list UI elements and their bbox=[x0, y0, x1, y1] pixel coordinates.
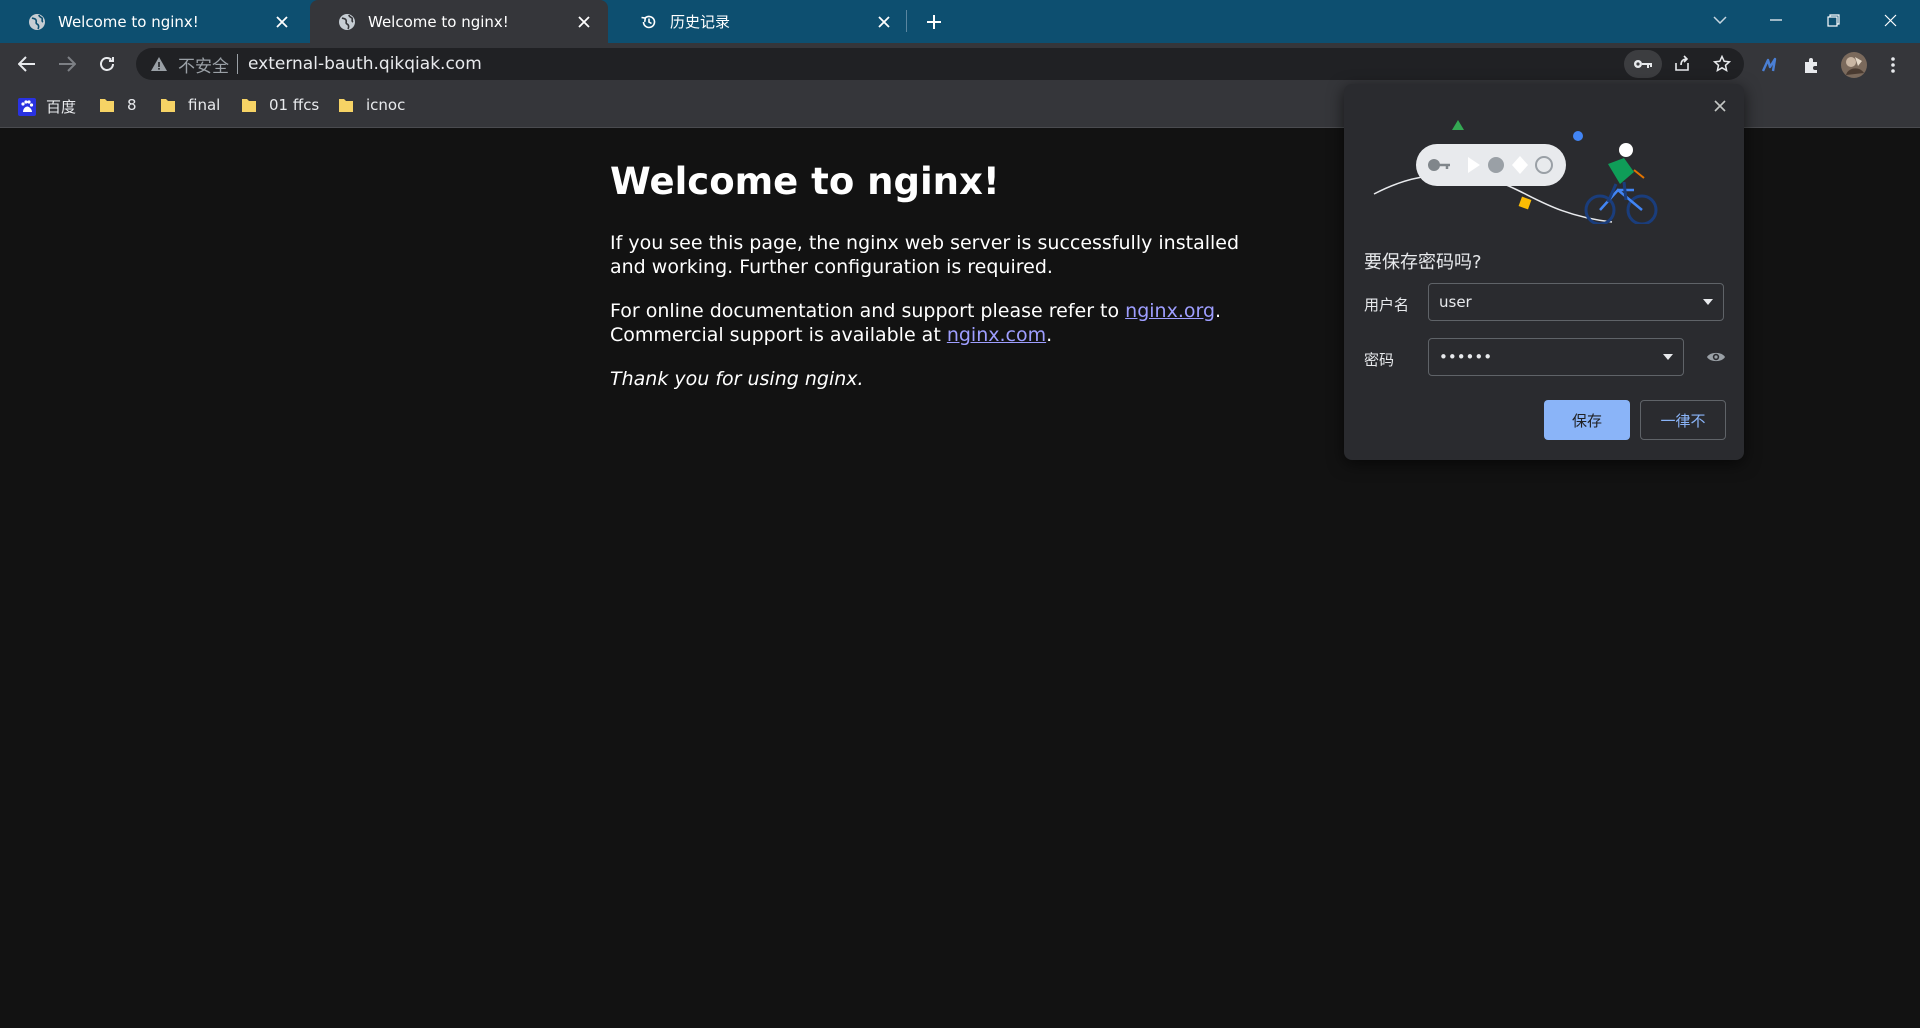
username-value: user bbox=[1439, 293, 1472, 311]
tab-welcome-nginx-1[interactable]: Welcome to nginx! bbox=[0, 0, 306, 43]
bookmark-label: 8 bbox=[127, 96, 137, 114]
bookmark-label: 01 ffcs bbox=[269, 96, 320, 114]
tab-strip: Welcome to nginx! Welcome to nginx! 历史记录 bbox=[0, 0, 1920, 43]
thanks-text: Thank you for using nginx. bbox=[610, 368, 864, 390]
address-bar[interactable]: 不安全 external-bauth.qikqiak.com bbox=[136, 48, 1744, 80]
toolbar: 不安全 external-bauth.qikqiak.com bbox=[0, 43, 1920, 85]
bookmark-label: icnoc bbox=[366, 96, 406, 114]
tab-search-chevron-icon[interactable] bbox=[1692, 0, 1748, 40]
bookmark-label: final bbox=[188, 96, 221, 114]
intro-paragraph: If you see this page, the nginx web serv… bbox=[610, 232, 1240, 278]
bookmark-folder-icnoc[interactable]: icnoc bbox=[338, 96, 405, 114]
new-tab-plus-icon[interactable] bbox=[920, 8, 948, 36]
extensions-puzzle-icon[interactable] bbox=[1799, 52, 1825, 78]
extension-m-icon[interactable] bbox=[1759, 52, 1785, 78]
username-field[interactable]: user bbox=[1428, 283, 1724, 321]
close-window-icon[interactable] bbox=[1862, 0, 1918, 40]
restore-icon[interactable] bbox=[1805, 0, 1861, 40]
folder-icon bbox=[338, 96, 356, 114]
bookmark-folder-final[interactable]: final bbox=[160, 96, 220, 114]
docs-paragraph: For online documentation and support ple… bbox=[610, 299, 1250, 347]
password-label: 密码 bbox=[1364, 351, 1395, 369]
globe-icon bbox=[28, 13, 46, 31]
username-label: 用户名 bbox=[1364, 296, 1410, 314]
back-arrow-icon[interactable] bbox=[11, 48, 43, 80]
folder-icon bbox=[99, 96, 117, 114]
tab-title: Welcome to nginx! bbox=[368, 12, 509, 31]
url-text[interactable]: external-bauth.qikqiak.com bbox=[248, 54, 482, 74]
bookmark-folder-01-ffcs[interactable]: 01 ffcs bbox=[241, 96, 319, 114]
docs-text-period: . bbox=[1215, 300, 1222, 322]
security-label[interactable]: 不安全 bbox=[178, 52, 229, 77]
menu-kebab-icon[interactable] bbox=[1880, 52, 1906, 78]
save-password-dialog: 要保存密码吗? 用户名 user 密码 •••••• 保存 一律不 bbox=[1344, 84, 1744, 460]
folder-icon bbox=[160, 96, 178, 114]
docs-text: For online documentation and support ple… bbox=[610, 300, 1126, 322]
nginx-org-link[interactable]: nginx.org bbox=[1125, 300, 1215, 322]
tab-close-icon[interactable] bbox=[268, 8, 296, 36]
globe-icon bbox=[338, 13, 356, 31]
omnibox-divider bbox=[237, 54, 238, 74]
nginx-welcome-page: Welcome to nginx! If you see this page, … bbox=[610, 150, 1250, 411]
tab-history[interactable]: 历史记录 bbox=[612, 0, 908, 43]
reload-icon[interactable] bbox=[91, 48, 123, 80]
tab-title: 历史记录 bbox=[670, 13, 731, 31]
show-password-eye-icon[interactable] bbox=[1704, 345, 1728, 369]
dropdown-caret-icon[interactable] bbox=[1663, 354, 1673, 360]
tab-separator bbox=[906, 10, 907, 32]
warning-icon[interactable] bbox=[150, 55, 168, 73]
commercial-text-period: . bbox=[1046, 324, 1053, 346]
bookmark-folder-8[interactable]: 8 bbox=[99, 96, 137, 114]
never-button[interactable]: 一律不 bbox=[1640, 400, 1726, 440]
password-key-icon[interactable] bbox=[1624, 50, 1662, 78]
bookmark-baidu[interactable]: 百度 bbox=[18, 96, 76, 117]
folder-icon bbox=[241, 96, 259, 114]
share-icon[interactable] bbox=[1668, 50, 1696, 78]
password-value: •••••• bbox=[1439, 348, 1493, 366]
tab-close-icon[interactable] bbox=[870, 8, 898, 36]
dialog-title: 要保存密码吗? bbox=[1364, 252, 1482, 273]
page-heading: Welcome to nginx! bbox=[610, 160, 1000, 203]
history-icon bbox=[640, 13, 658, 31]
bookmark-star-icon[interactable] bbox=[1708, 50, 1736, 78]
password-field[interactable]: •••••• bbox=[1428, 338, 1684, 376]
tab-title: Welcome to nginx! bbox=[58, 12, 199, 31]
tab-close-icon[interactable] bbox=[570, 8, 598, 36]
thanks-paragraph: Thank you for using nginx. bbox=[610, 367, 1250, 391]
minimize-icon[interactable] bbox=[1748, 0, 1804, 40]
tab-welcome-nginx-2[interactable]: Welcome to nginx! bbox=[310, 0, 608, 43]
dropdown-caret-icon[interactable] bbox=[1703, 299, 1713, 305]
bookmark-label: 百度 bbox=[46, 98, 77, 116]
nginx-com-link[interactable]: nginx.com bbox=[947, 324, 1046, 346]
password-illustration bbox=[1373, 120, 1658, 224]
save-button[interactable]: 保存 bbox=[1544, 400, 1630, 440]
profile-avatar[interactable] bbox=[1839, 50, 1869, 80]
commercial-text: Commercial support is available at bbox=[610, 324, 947, 346]
baidu-icon bbox=[18, 97, 36, 116]
forward-arrow-icon[interactable] bbox=[51, 48, 83, 80]
